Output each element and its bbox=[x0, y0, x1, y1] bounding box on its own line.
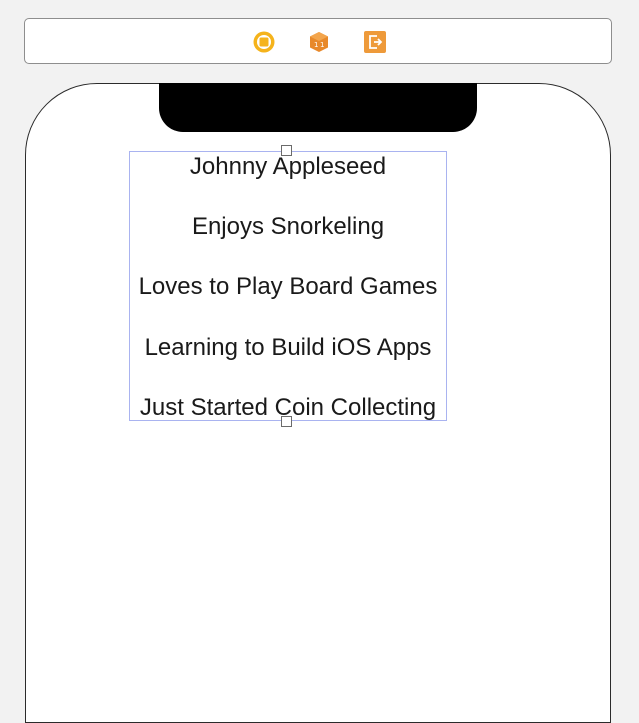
view-controller-icon[interactable] bbox=[253, 31, 275, 53]
label-hobby-1[interactable]: Enjoys Snorkeling bbox=[130, 212, 446, 242]
svg-text:1: 1 bbox=[314, 41, 318, 49]
scene-dock: 1 1 bbox=[24, 18, 612, 64]
svg-text:1: 1 bbox=[320, 41, 324, 49]
stack-view[interactable]: Johnny Appleseed Enjoys Snorkeling Loves… bbox=[129, 151, 447, 421]
label-name[interactable]: Johnny Appleseed bbox=[130, 152, 446, 182]
first-responder-icon[interactable]: 1 1 bbox=[308, 31, 330, 53]
label-hobby-2[interactable]: Loves to Play Board Games bbox=[130, 272, 446, 302]
exit-icon[interactable] bbox=[364, 31, 386, 53]
top-resize-handle[interactable] bbox=[281, 145, 292, 156]
device-notch bbox=[159, 83, 477, 132]
label-hobby-3[interactable]: Learning to Build iOS Apps bbox=[130, 333, 446, 363]
bottom-resize-handle[interactable] bbox=[281, 416, 292, 427]
